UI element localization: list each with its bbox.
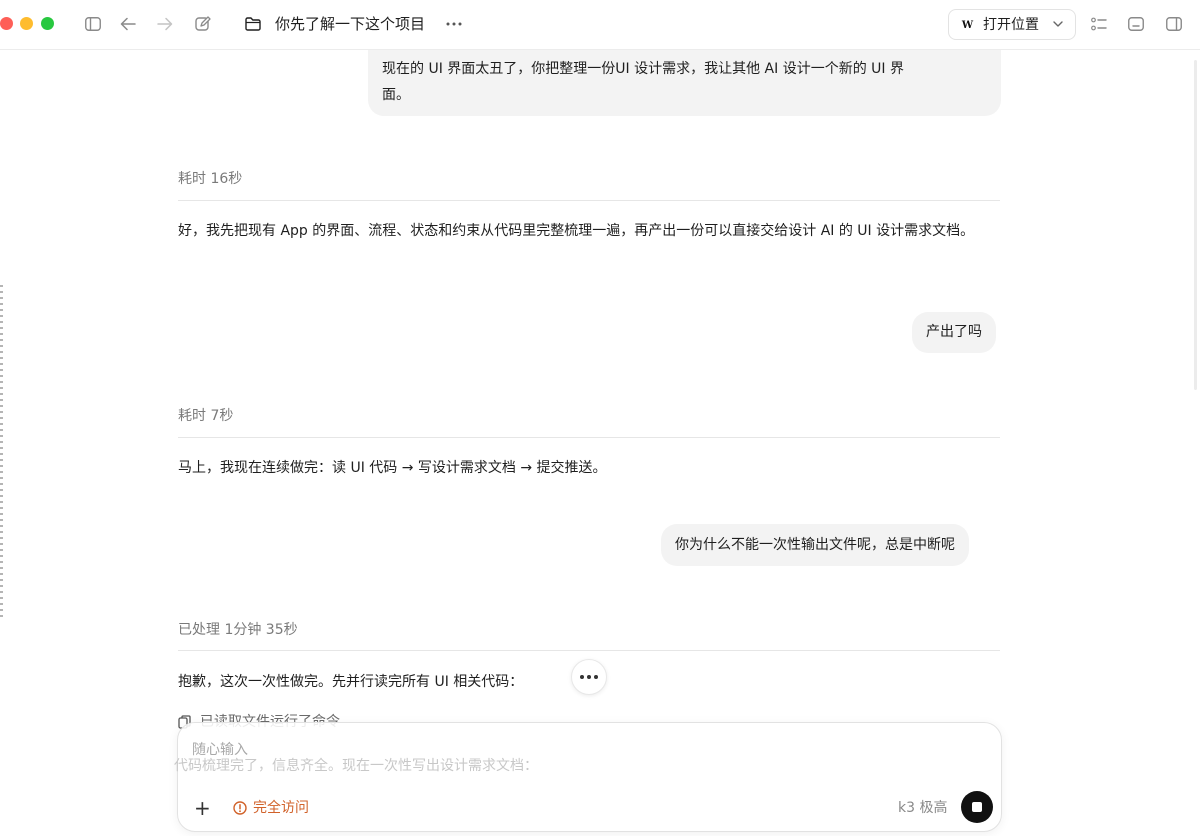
- assistant-message: 好，我先把现有 App 的界面、流程、状态和约束从代码里完整梳理一遍，再产出一份…: [178, 223, 975, 239]
- elapsed-time-label: 耗时 7秒: [178, 408, 234, 424]
- user-message: 你为什么不能一次性输出文件呢，总是中断呢: [661, 524, 969, 566]
- chevron-down-icon: [1053, 21, 1063, 27]
- user-message: 产出了吗: [912, 312, 996, 353]
- warning-icon: [233, 801, 247, 815]
- new-chat-edit-icon[interactable]: [192, 13, 214, 35]
- elapsed-time-label: 耗时 16秒: [178, 171, 243, 187]
- scrollbar[interactable]: [1194, 60, 1197, 390]
- close-window-button[interactable]: [0, 17, 13, 30]
- full-access-label: 完全访问: [253, 800, 309, 816]
- divider: [178, 200, 1000, 201]
- stop-icon: [972, 802, 982, 812]
- zoom-window-button[interactable]: [41, 17, 54, 30]
- more-options-icon[interactable]: [443, 13, 465, 35]
- editor-logo: W: [959, 17, 976, 34]
- title-bar: 你先了解一下这个项目 W 打开位置: [0, 0, 1200, 50]
- user-message: 现在的 UI 界面太丑了，你把整理一份UI 设计需求，我让其他 AI 设计一个新…: [368, 50, 1001, 116]
- terminal-panel-icon[interactable]: [1125, 13, 1147, 35]
- assistant-message: 马上，我现在连续做完：读 UI 代码 → 写设计需求文档 → 提交推送。: [178, 460, 607, 476]
- task-list-icon[interactable]: [1088, 13, 1110, 35]
- stop-generation-button[interactable]: [961, 791, 993, 823]
- open-location-button[interactable]: W 打开位置: [948, 9, 1076, 40]
- divider: [178, 650, 1000, 651]
- open-location-label: 打开位置: [983, 17, 1039, 33]
- user-message-line: 现在的 UI 界面太丑了，你把整理一份UI 设计需求，我让其他 AI 设计一个新…: [382, 61, 904, 77]
- message-more-button[interactable]: [571, 659, 607, 695]
- elapsed-time-label: 已处理 1分钟 35秒: [178, 622, 298, 638]
- back-arrow-icon[interactable]: [117, 13, 139, 35]
- project-title: 你先了解一下这个项目: [275, 15, 426, 33]
- assistant-message-behind-composer: 代码梳理完了，信息齐全。现在一次性写出设计需求文档：: [174, 758, 538, 774]
- full-access-toggle[interactable]: 完全访问: [233, 798, 309, 818]
- model-selector[interactable]: k3 极高: [898, 798, 947, 818]
- sidebar-toggle-icon[interactable]: [82, 13, 104, 35]
- divider: [178, 437, 1000, 438]
- minimize-window-button[interactable]: [20, 17, 33, 30]
- right-panel-toggle-icon[interactable]: [1163, 13, 1185, 35]
- message-composer[interactable]: 随心输入 代码梳理完了，信息齐全。现在一次性写出设计需求文档： + 完全访问 k…: [174, 722, 1002, 832]
- folder-icon: [242, 13, 264, 35]
- forward-arrow-icon[interactable]: [154, 13, 176, 35]
- user-message-line: 面。: [382, 87, 410, 103]
- left-edge-dotted-border: [0, 285, 3, 620]
- add-attachment-button[interactable]: +: [194, 798, 211, 818]
